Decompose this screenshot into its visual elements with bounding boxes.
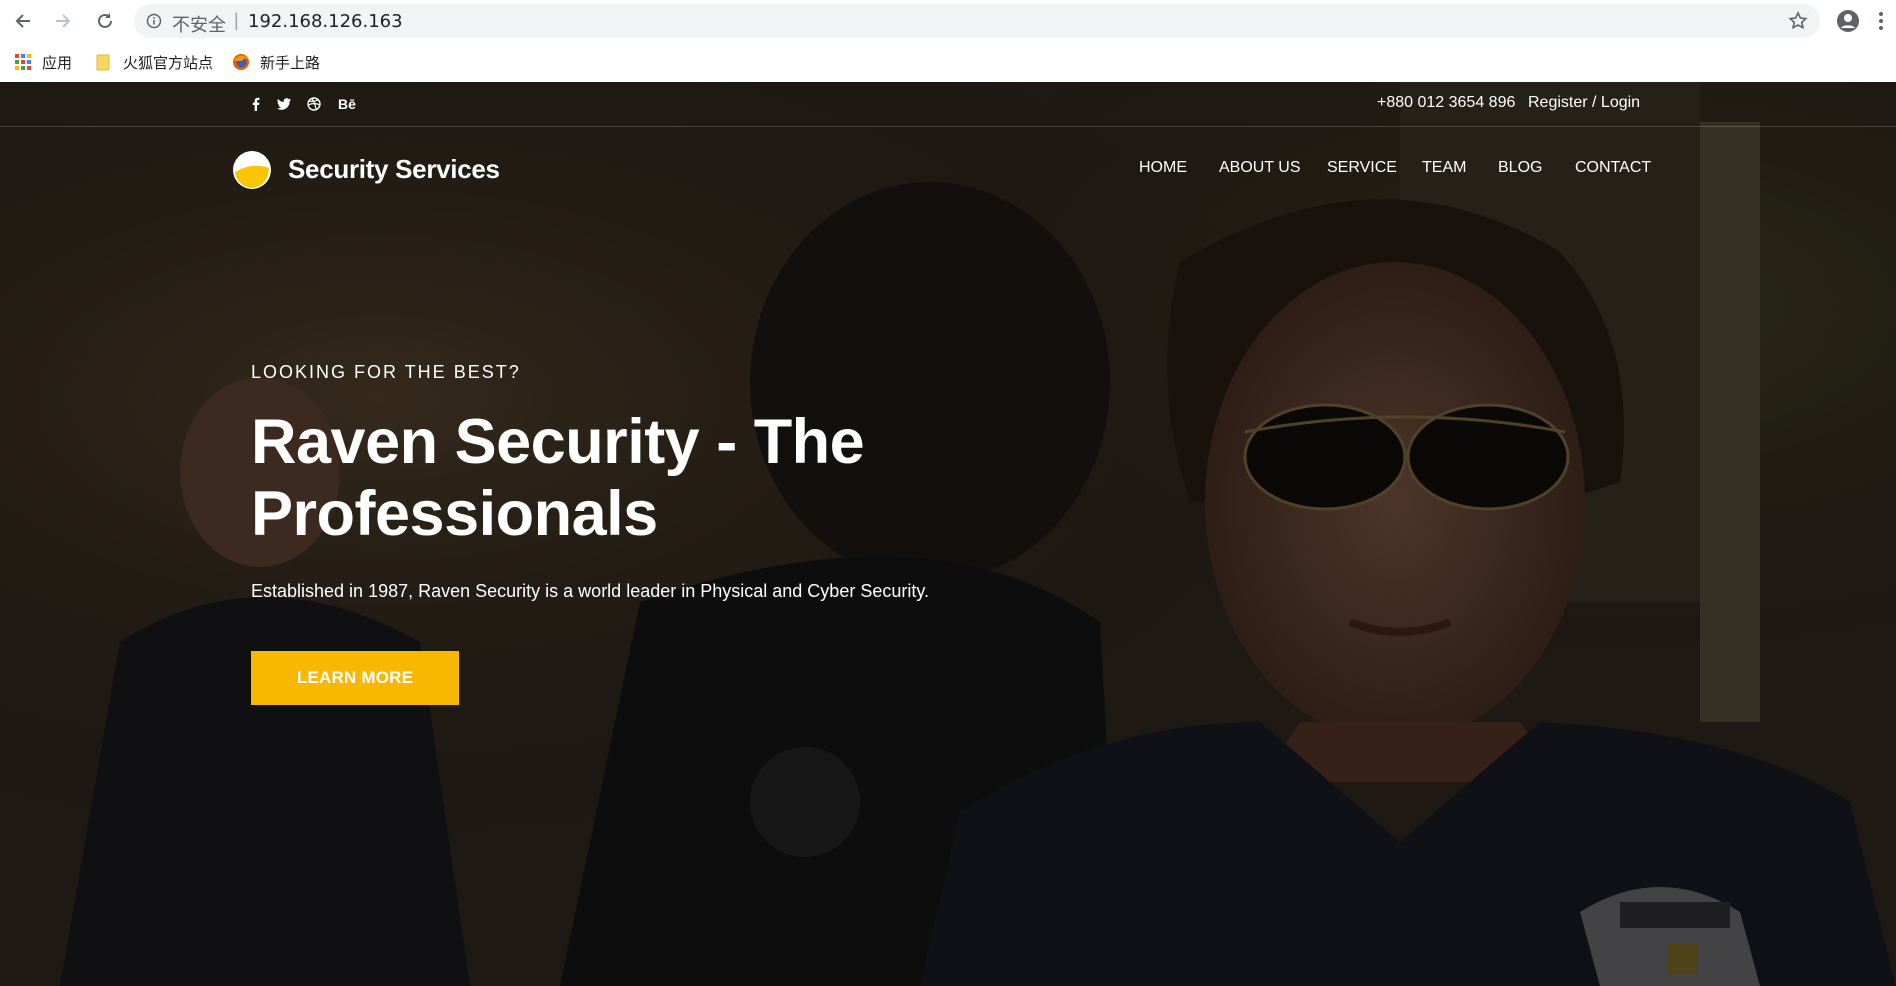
bookmark-getting-started[interactable]: 新手上路 bbox=[232, 44, 320, 80]
hero-eyebrow: LOOKING FOR THE BEST? bbox=[251, 362, 521, 382]
apps-grid-icon bbox=[15, 54, 31, 70]
nav-about-us[interactable]: ABOUT US bbox=[1219, 159, 1301, 177]
nav-contact[interactable]: CONTACT bbox=[1575, 159, 1651, 177]
nav-home[interactable]: HOME bbox=[1139, 159, 1187, 177]
url-text[interactable]: 192.168.126.163 bbox=[248, 11, 403, 32]
url-separator: | bbox=[234, 10, 239, 30]
account-icon[interactable] bbox=[1836, 9, 1860, 33]
address-bar[interactable]: 不安全 | 192.168.126.163 bbox=[134, 4, 1820, 38]
nav-team[interactable]: TEAM bbox=[1422, 159, 1466, 177]
folder-icon bbox=[96, 54, 110, 71]
bookmark-label: 火狐官方站点 bbox=[123, 53, 214, 72]
twitter-icon bbox=[277, 98, 291, 110]
bookmarks-bar: 应用 火狐官方站点 新手上路 bbox=[0, 44, 1896, 80]
firefox-icon bbox=[233, 54, 249, 70]
star-icon[interactable] bbox=[1788, 11, 1808, 31]
phone-number[interactable]: +880 012 3654 896 bbox=[1377, 94, 1515, 112]
hero-title-line-1: Raven Security - The bbox=[251, 407, 865, 477]
behance-link[interactable]: Bē bbox=[336, 94, 358, 114]
browser-toolbar: 不安全 | 192.168.126.163 bbox=[0, 0, 1896, 42]
arrow-right-icon bbox=[56, 14, 71, 28]
bookmark-label: 新手上路 bbox=[260, 53, 321, 72]
browser-chrome: 不安全 | 192.168.126.163 应用 火狐官方站点 新手上路 bbox=[0, 0, 1896, 82]
reload-button[interactable] bbox=[92, 8, 118, 34]
reload-icon bbox=[98, 13, 112, 28]
hero-subtitle: Established in 1987, Raven Security is a… bbox=[251, 581, 930, 601]
register-login-link[interactable]: Register / Login bbox=[1528, 94, 1640, 112]
learn-more-button[interactable]: LEARN MORE bbox=[251, 651, 459, 705]
logo-icon[interactable] bbox=[232, 150, 272, 190]
bookmark-firefox-site[interactable]: 火狐官方站点 bbox=[95, 44, 213, 80]
menu-dots-icon[interactable] bbox=[1878, 10, 1884, 32]
back-button[interactable] bbox=[10, 8, 36, 34]
arrow-left-icon bbox=[15, 14, 30, 28]
logo-text[interactable]: Security Services bbox=[288, 154, 500, 185]
bookmark-label: 应用 bbox=[42, 53, 73, 72]
hero-title-line-2: Professionals bbox=[251, 479, 658, 549]
dribbble-link[interactable] bbox=[304, 94, 324, 114]
forward-button[interactable] bbox=[50, 8, 76, 34]
security-label: 不安全 bbox=[172, 15, 226, 36]
bookmark-apps[interactable]: 应用 bbox=[14, 44, 72, 80]
facebook-icon bbox=[252, 97, 260, 111]
nav-service[interactable]: SERVICE bbox=[1327, 159, 1397, 177]
dribbble-icon bbox=[307, 97, 321, 111]
behance-icon: Bē bbox=[338, 96, 356, 112]
hero-section: Bē +880 012 3654 896 Register / Login Se… bbox=[0, 82, 1896, 986]
top-bar: Bē +880 012 3654 896 Register / Login bbox=[0, 82, 1896, 127]
twitter-link[interactable] bbox=[274, 94, 294, 114]
facebook-link[interactable] bbox=[246, 94, 266, 114]
nav-blog[interactable]: BLOG bbox=[1498, 159, 1542, 177]
hero-title: Raven Security - The Professionals bbox=[251, 406, 1011, 550]
info-icon[interactable] bbox=[146, 13, 162, 29]
